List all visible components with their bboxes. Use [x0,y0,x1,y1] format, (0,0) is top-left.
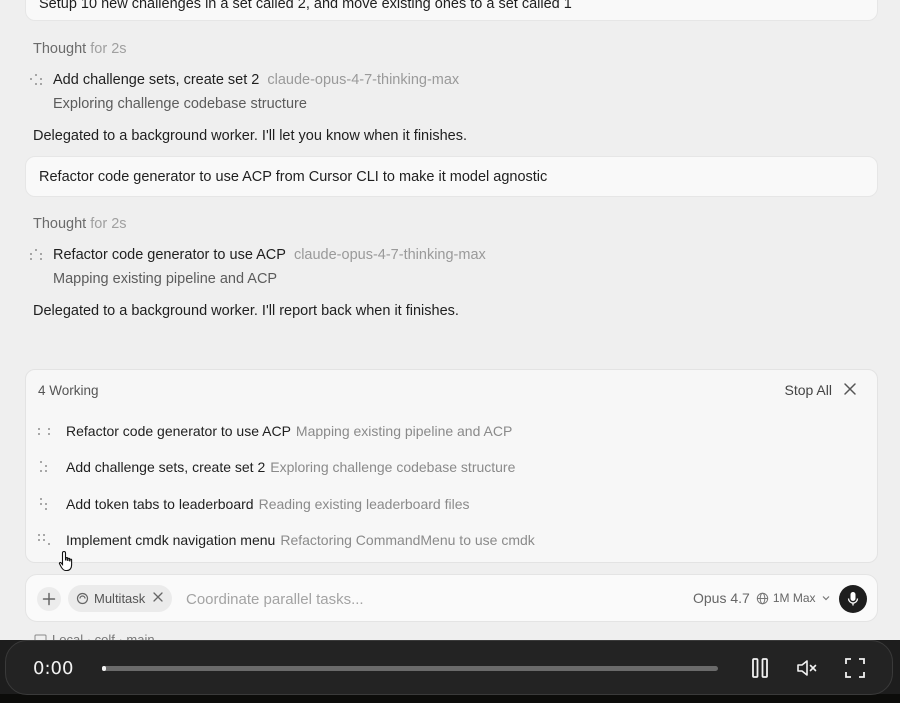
task-card[interactable]: Add challenge sets, create set 2 claude-… [30,72,459,88]
mute-button[interactable] [795,656,819,680]
pointer-cursor-icon [58,550,76,572]
thought-duration: for 2s [90,216,127,232]
working-task-status: Refactoring CommandMenu to use cmdk [280,532,535,548]
pause-icon [752,658,768,678]
spinner-dots-icon [30,249,44,261]
chat-view: Setup 10 new challenges in a set called … [0,0,900,703]
video-time: 0:00 [33,658,74,679]
task-status: Mapping existing pipeline and ACP [53,271,278,287]
volume-muted-icon [797,660,817,676]
working-task-status: Reading existing leaderboard files [258,496,470,512]
globe-icon [756,592,769,604]
working-task-title: Implement cmdk navigation menu [66,532,276,548]
working-task-title: Refactor code generator to use ACP [66,423,291,439]
multitask-chip-label: Multitask [94,591,146,606]
prompt-input[interactable] [186,587,656,611]
pause-button[interactable] [748,656,772,680]
working-task-status: Mapping existing pipeline and ACP [295,423,513,439]
thought-label: Thought [33,41,87,57]
working-task-row[interactable]: Add token tabs to leaderboard Reading ex… [38,496,470,512]
task-status: Exploring challenge codebase structure [53,96,307,112]
stop-all-button[interactable]: Stop All [785,382,832,398]
working-task-status: Exploring challenge codebase structure [270,459,516,475]
thought-indicator[interactable]: Thought for 2s [33,41,127,57]
working-task-row[interactable]: Implement cmdk navigation menu Refactori… [38,532,535,548]
fullscreen-icon [845,658,865,678]
spinner-dots-icon [30,74,44,86]
user-message-text: Refactor code generator to use ACP from … [39,168,548,185]
chip-remove-icon[interactable] [152,591,164,606]
microphone-icon [847,592,859,606]
spinner-dots-icon [38,425,52,437]
video-progress-bar[interactable] [102,666,718,671]
multitask-icon [76,592,89,605]
thought-label: Thought [33,216,87,232]
context-size: 1M Max [772,591,816,605]
plus-icon [42,592,56,606]
user-message: Refactor code generator to use ACP from … [25,156,878,197]
working-tasks-panel: 4 Working Stop All Refactor code generat… [25,369,878,563]
thought-duration: for 2s [90,41,127,57]
model-selector[interactable]: Opus 4.7 1M Max [693,590,831,606]
working-task-row[interactable]: Refactor code generator to use ACP Mappi… [38,423,512,439]
spinner-dots-icon [38,534,52,546]
thought-indicator[interactable]: Thought for 2s [33,216,127,232]
model-name: Opus 4.7 [693,590,750,606]
multitask-chip[interactable]: Multitask [68,585,173,612]
chevron-down-icon [822,596,829,601]
task-title: Add challenge sets, create set 2 [53,72,260,88]
add-attachment-button[interactable] [37,587,61,611]
task-title: Refactor code generator to use ACP [53,247,286,263]
fullscreen-button[interactable] [843,656,867,680]
close-icon[interactable] [839,378,861,400]
assistant-message: Delegated to a background worker. I'll r… [33,303,459,319]
task-model: claude-opus-4-7-thinking-max [293,247,486,263]
working-task-title: Add challenge sets, create set 2 [66,459,266,475]
video-control-bar: 0:00 [5,640,893,695]
working-count: 4 Working [38,383,99,398]
working-task-row[interactable]: Add challenge sets, create set 2 Explori… [38,459,515,475]
spinner-dots-icon [38,461,52,473]
assistant-message: Delegated to a background worker. I'll l… [33,128,467,144]
working-task-title: Add token tabs to leaderboard [66,496,254,512]
video-progress-fill [102,666,106,671]
composer: Multitask Opus 4.7 1M Max [25,574,878,622]
spinner-dots-icon [38,498,52,511]
microphone-button[interactable] [839,585,867,613]
task-card[interactable]: Refactor code generator to use ACP claud… [30,247,486,263]
video-player-controls: 0:00 [0,640,900,703]
task-model: claude-opus-4-7-thinking-max [267,72,460,88]
user-message-text: Setup 10 new challenges in a set called … [39,0,572,12]
user-message: Setup 10 new challenges in a set called … [25,0,878,21]
